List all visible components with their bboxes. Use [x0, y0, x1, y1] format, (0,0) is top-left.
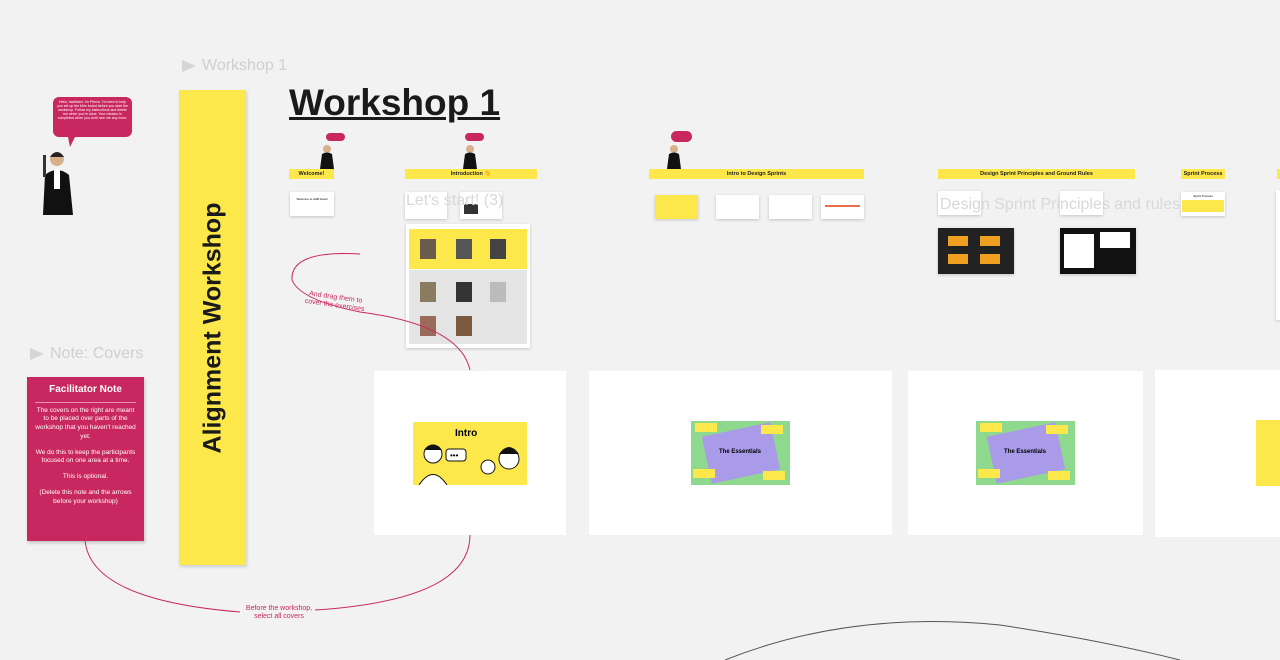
page-title: Workshop 1: [289, 82, 501, 123]
essentials-illustration: The Essentials: [691, 421, 790, 485]
cover-intro[interactable]: Intro •••: [374, 371, 566, 535]
cover-next[interactable]: [1155, 370, 1280, 537]
section-principles[interactable]: Design Sprint Principles and Ground Rule…: [938, 169, 1135, 179]
cover-essentials[interactable]: The Essentials: [908, 371, 1143, 535]
vertical-banner[interactable]: Alignment Workshop: [179, 90, 246, 565]
agent-figure-icon: [463, 145, 477, 169]
facilitator-note[interactable]: Facilitator Note The covers on the right…: [27, 377, 144, 541]
agent-bubble: [671, 131, 692, 142]
essentials-illustration: The Essentials: [976, 421, 1075, 485]
sprint-thumbnail[interactable]: [655, 195, 698, 219]
sprint-thumbnail[interactable]: [821, 195, 864, 219]
frame-label-workshop[interactable]: Workshop 1: [182, 57, 287, 75]
sprint-thumbnail[interactable]: [716, 195, 759, 219]
principle-dark-thumbnail[interactable]: [1060, 228, 1136, 274]
people-illustration-icon: •••: [418, 444, 520, 485]
frame-label-note[interactable]: Note: Covers: [30, 345, 143, 363]
welcome-thumbnail[interactable]: Welcome to A&B board: [290, 192, 334, 216]
ghost-heading: Let's start! (3): [406, 192, 504, 209]
annotation-drag: And drag them to cover the exercises: [304, 290, 365, 314]
section-introduction[interactable]: Introduction 👋: [405, 169, 537, 179]
agent-bubble: [326, 133, 345, 141]
ghost-heading: Design Sprint Principles and rules: [940, 196, 1181, 213]
bot-speech-bubble[interactable]: Hello, facilitator. I'm Pierce. I'm here…: [53, 97, 132, 137]
participants-board[interactable]: [406, 224, 530, 348]
agent-figure-icon: [43, 137, 75, 215]
section-intro-design-sprints[interactable]: Intro to Design Sprints: [649, 169, 864, 179]
svg-text:•••: •••: [450, 451, 459, 460]
sprint-thumbnail[interactable]: [769, 195, 812, 219]
flag-icon: [182, 60, 196, 72]
agent-figure-icon: [320, 145, 334, 169]
agent-figure-icon: [667, 145, 681, 169]
annotation-select: Before the workshop, select all covers: [245, 605, 313, 621]
intro-illustration: Intro •••: [413, 422, 527, 485]
section-sprint-process[interactable]: Sprint Process: [1181, 169, 1225, 179]
principle-dark-thumbnail[interactable]: [938, 228, 1014, 274]
cover-essentials[interactable]: The Essentials: [589, 371, 892, 535]
sprint-process-thumbnail[interactable]: Sprint Process: [1181, 192, 1225, 216]
next-thumbnail[interactable]: [1276, 190, 1280, 320]
section-welcome[interactable]: Welcome!: [289, 169, 334, 179]
agent-bubble: [465, 133, 484, 141]
flag-icon: [30, 348, 44, 360]
